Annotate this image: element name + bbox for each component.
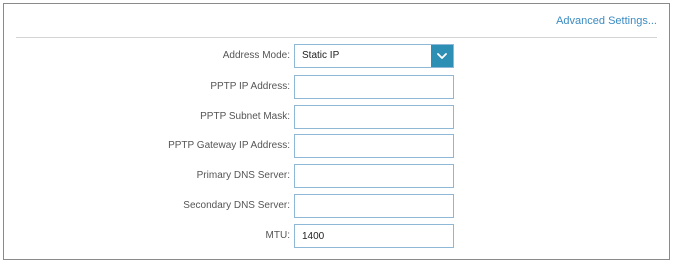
secondary-dns-row: Secondary DNS Server:	[4, 194, 669, 218]
address-mode-value: Static IP	[302, 50, 340, 61]
pptp-subnet-mask-label: PPTP Subnet Mask:	[200, 111, 290, 122]
advanced-settings-link[interactable]: Advanced Settings...	[556, 15, 657, 27]
pptp-ip-address-input[interactable]	[294, 75, 454, 99]
pptp-gateway-ip-label: PPTP Gateway IP Address:	[168, 140, 290, 151]
primary-dns-label: Primary DNS Server:	[196, 170, 290, 181]
pptp-gateway-ip-input[interactable]	[294, 134, 454, 158]
dropdown-button[interactable]	[431, 45, 453, 67]
settings-panel: Advanced Settings... Address Mode: Stati…	[3, 3, 670, 260]
address-mode-row: Address Mode: Static IP	[4, 44, 669, 68]
address-mode-select[interactable]: Static IP	[294, 44, 454, 68]
header-divider	[16, 37, 657, 38]
primary-dns-input[interactable]	[294, 164, 454, 188]
pptp-ip-address-label: PPTP IP Address:	[210, 81, 290, 92]
pptp-gateway-ip-row: PPTP Gateway IP Address:	[4, 134, 669, 158]
mtu-row: MTU:	[4, 224, 669, 248]
chevron-down-icon	[437, 52, 447, 59]
pptp-ip-address-row: PPTP IP Address:	[4, 75, 669, 99]
pptp-subnet-mask-row: PPTP Subnet Mask:	[4, 105, 669, 129]
address-mode-label: Address Mode:	[222, 50, 290, 61]
mtu-label: MTU:	[265, 230, 290, 241]
primary-dns-row: Primary DNS Server:	[4, 164, 669, 188]
pptp-subnet-mask-input[interactable]	[294, 105, 454, 129]
mtu-input[interactable]	[294, 224, 454, 248]
secondary-dns-input[interactable]	[294, 194, 454, 218]
secondary-dns-label: Secondary DNS Server:	[183, 200, 290, 211]
